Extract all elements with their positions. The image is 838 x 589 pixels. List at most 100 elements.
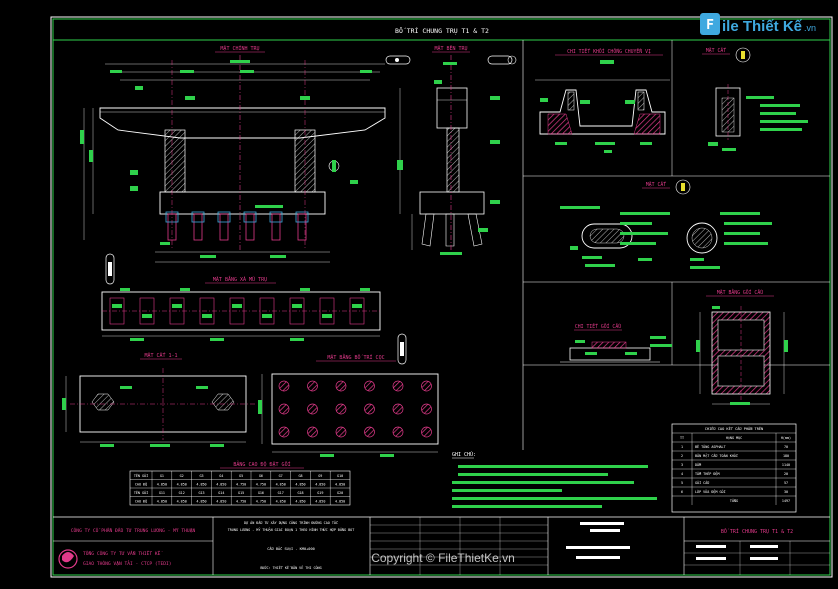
qty-table-cell: TẤM THÉP ĐỆM [695, 471, 720, 476]
pile-circle [421, 403, 432, 415]
elevation-table-cell: 4.850 [335, 499, 345, 503]
qty-table-cell: TỔNG [730, 498, 738, 503]
elevation-table-cell: G5 [239, 474, 243, 478]
bearing-plan-view: MẶT BẰNG GỐI CẦU [696, 288, 788, 405]
cad-drawing-sheet: BỐ TRÍ CHUNG TRỤ T1 & T2 F ile Thiết Kế … [50, 13, 833, 578]
elevation-table-cell: G10 [337, 474, 343, 478]
pile-circle [335, 403, 347, 415]
pile-layout-plan-view: MẶT BẰNG BỐ TRÍ CỌC [258, 353, 439, 457]
qty-table-title: CHIỀU CAO KẾT CẤU PHẦN TRÊN [705, 426, 763, 431]
qty-table-cell: GỐI CẦU [695, 480, 709, 485]
sheet-title: BỐ TRÍ CHUNG TRỤ T1 & T2 [395, 26, 489, 35]
elevation-table-cell: 4.850 [216, 499, 226, 503]
elevation-table-cell: G19 [317, 491, 323, 495]
notes-title: GHI CHÚ: [452, 451, 476, 458]
pile-circle [392, 403, 404, 415]
view-title-mat-cat-11: MẶT CẮT 1-1 [144, 352, 177, 359]
pile-circle [307, 380, 318, 392]
qty-table-cell: DẦM [695, 462, 701, 467]
elevation-table-cell: G16 [258, 491, 264, 495]
elevation-table-cell: 4.850 [157, 482, 167, 486]
elevation-table-cell: G13 [198, 491, 204, 495]
phase-name: BƯỚC: THIẾT KẾ BẢN VẼ THI CÔNG [260, 565, 321, 570]
qty-table-cell: LỚP VỮA ĐỆM GỐI [695, 489, 726, 494]
notes-lines [452, 465, 657, 508]
side-elevation-view: MẶT BÊN TRỤ [385, 44, 517, 255]
elevation-table-cell: G20 [337, 491, 343, 495]
pile-circle [364, 380, 375, 392]
elevation-table-cell: G1 [160, 474, 164, 478]
elevation-table-cell: G11 [159, 491, 165, 495]
pile-circle [364, 403, 375, 415]
project-name-2: TRUNG LƯƠNG - MỸ THUẬN GIAI ĐOẠN 1 THEO … [228, 527, 355, 532]
copyright-watermark: Copyright © FileThietKe.vn [371, 551, 515, 565]
item-name: CẦU BẮC SUẠI - KM0+000 [267, 546, 315, 551]
elevation-table-cell: G15 [238, 491, 244, 495]
view-title-chi-tiet-khoi: CHI TIẾT KHỐI CHỐNG CHUYỂN VỊ [567, 47, 651, 55]
elevation-table-cell: G3 [199, 474, 203, 478]
qty-table-cell: 20 [784, 472, 788, 476]
elevation-table-cell: 4.850 [276, 499, 286, 503]
elevation-table-cell: 4.850 [196, 482, 206, 486]
elevation-table-cell: 4.850 [315, 499, 325, 503]
pile-grid [278, 380, 432, 438]
elevation-table-cell: G12 [179, 491, 185, 495]
elevation-table-cell: G7 [279, 474, 283, 478]
elevation-table-cell: G4 [219, 474, 223, 478]
pile-circle [421, 380, 432, 392]
tedi-logo [58, 549, 78, 569]
qty-table-cell: 4 [681, 472, 683, 476]
elevation-table-cell: 4.850 [177, 499, 187, 503]
qty-table-cell: 180 [783, 454, 789, 458]
pile-circle [278, 426, 290, 438]
section-1-1-view: MẶT CẮT 1-1 [62, 352, 256, 447]
elevation-table-cell: TÊN GỐI [134, 490, 148, 495]
elevation-table-cell: CAO ĐỘ [135, 481, 147, 486]
pile-circle [278, 380, 290, 392]
qty-table-cell: TT [680, 436, 684, 440]
qty-table-cell: 57 [784, 481, 788, 485]
structure-height-table: CHIỀU CAO KẾT CẤU PHẦN TRÊN TT HẠNG MỤC H(… [671, 423, 797, 513]
elevation-table-cell: CAO ĐỘ [135, 498, 147, 503]
pile-circle [335, 380, 347, 392]
elevation-table-cell: 4.750 [236, 482, 246, 486]
elevation-table-cell: 4.850 [295, 482, 305, 486]
view-title-mat-chinh: MẶT CHÍNH TRỤ [220, 44, 259, 52]
elevation-table-cell: G14 [218, 491, 224, 495]
designer-line-1: TỔNG CÔNG TY TƯ VẤN THIẾT KẾ [83, 549, 163, 557]
elevation-table-cell: G9 [318, 474, 322, 478]
elevation-table-cell: 4.850 [216, 482, 226, 486]
qty-table-cell: 2 [681, 454, 683, 458]
qty-table-grid: TT HẠNG MỤC H(mm) 1 BÊ TÔNG ASPHALT 70 2 BẢN MẶ… [672, 432, 796, 505]
elevation-table-cell: 4.850 [177, 482, 187, 486]
qty-table-cell: BẢN MẶT CẦU TOÀN KHỐI [695, 453, 738, 458]
pile-circle [278, 403, 290, 415]
filethietke-logo: F ile Thiết Kế .vn [700, 13, 816, 35]
section-view-a: MẶT CẮT [702, 47, 808, 151]
project-name: DỰ ÁN ĐẦU TƯ XÂY DỰNG CÔNG TRÌNH ĐƯỜNG C… [244, 520, 338, 525]
elevation-table-cell: 4.850 [315, 482, 325, 486]
view-title-mat-bang-coc: MẶT BẰNG BỐ TRÍ CỌC [327, 353, 384, 361]
view-title-mat-bang-xa-mu: MẶT BẰNG XÀ MŨ TRỤ [213, 275, 267, 283]
elevation-table-cell: G17 [278, 491, 284, 495]
elevation-table-cell: 4.850 [276, 482, 286, 486]
elevation-table-cell: 4.850 [335, 482, 345, 486]
cap-beam-plan-view: MẶT BẰNG XÀ MŨ TRỤ [101, 253, 407, 365]
elevation-table-cell: 4.750 [256, 482, 266, 486]
qty-table-cell: HẠNG MỤC [726, 436, 742, 440]
elevation-table-cell: G18 [297, 491, 303, 495]
front-elevation-view: MẶT CHÍNH TRỤ [80, 44, 386, 263]
pile-circle [392, 426, 404, 438]
qty-table-cell: 1 [681, 445, 683, 449]
pile-circle [307, 403, 318, 415]
anti-displacement-block-detail: CHI TIẾT KHỐI CHỐNG CHUYỂN VỊ [535, 47, 670, 153]
notes-block: GHI CHÚ: [452, 451, 657, 508]
elevation-table-cell: 4.750 [236, 499, 246, 503]
qty-table-cell: 5 [681, 481, 683, 485]
pile-circle [335, 426, 347, 438]
view-title-mat-bang-goi: MẶT BẰNG GỐI CẦU [717, 288, 763, 296]
pile-circle [421, 426, 432, 438]
pile-circle [307, 426, 318, 438]
table-title-cao-do: BẢNG CAO ĐỘ ĐẶT GỐI [233, 460, 290, 468]
qty-table-cell: H(mm) [781, 436, 791, 440]
